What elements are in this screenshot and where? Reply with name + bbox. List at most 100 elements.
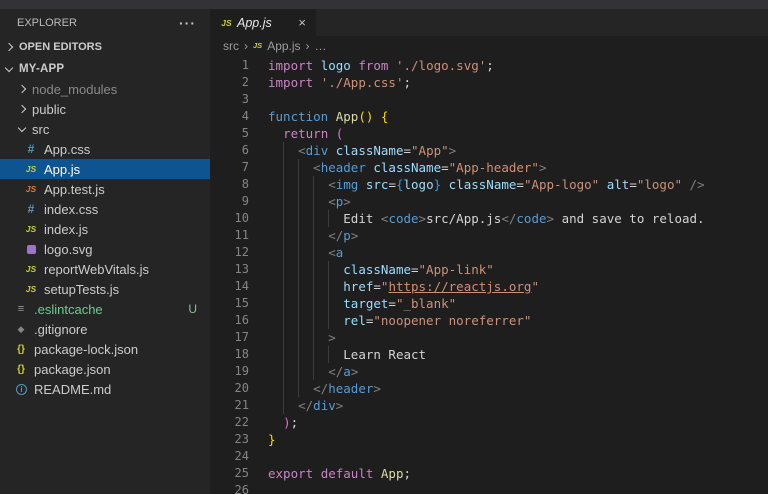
file-index.js[interactable]: JSindex.js <box>0 219 210 239</box>
code-line[interactable]: 19 </a> <box>210 363 768 380</box>
token <box>388 58 396 73</box>
folder-src[interactable]: src <box>0 119 210 139</box>
indent-guide <box>313 278 314 295</box>
chevron-right-icon <box>3 41 15 53</box>
file-.eslintcache[interactable]: ≡.eslintcacheU <box>0 299 210 319</box>
workspace-root-section[interactable]: MY-APP <box>0 58 210 79</box>
file-App.js[interactable]: JSApp.js <box>0 159 210 179</box>
token: function <box>268 109 328 124</box>
code-line[interactable]: 1import logo from './logo.svg'; <box>210 57 768 74</box>
breadcrumb-separator: › <box>306 39 310 53</box>
breadcrumb-file[interactable]: App.js <box>267 39 300 53</box>
close-icon[interactable]: × <box>298 15 306 30</box>
file-README.md[interactable]: iREADME.md <box>0 379 210 399</box>
token: default <box>321 466 374 481</box>
indent-guide <box>283 312 284 329</box>
code-line[interactable]: 11 </p> <box>210 227 768 244</box>
code-line[interactable]: 20 </header> <box>210 380 768 397</box>
file-package-lock.json[interactable]: {}package-lock.json <box>0 339 210 359</box>
js-file-icon: JS <box>23 164 39 174</box>
token: img <box>336 177 359 192</box>
token: App <box>336 109 359 124</box>
indent-guide <box>283 176 284 193</box>
code-line[interactable]: 2import './App.css'; <box>210 74 768 91</box>
folder-public[interactable]: public <box>0 99 210 119</box>
token: </ <box>328 364 343 379</box>
file-package.json[interactable]: {}package.json <box>0 359 210 379</box>
token: src/App.js <box>426 211 501 226</box>
token: "App-link" <box>419 262 494 277</box>
code-line[interactable]: 26 <box>210 482 768 494</box>
breadcrumb-symbol[interactable]: … <box>315 39 327 53</box>
indent-guide <box>298 244 299 261</box>
code-line[interactable]: 18 Learn React <box>210 346 768 363</box>
indent-guide <box>328 278 329 295</box>
file-.gitignore[interactable]: ◆.gitignore <box>0 319 210 339</box>
token: ) <box>283 415 291 430</box>
code-line[interactable]: 3 <box>210 91 768 108</box>
token <box>441 177 449 192</box>
code-line[interactable]: 6 <div className="App"> <box>210 142 768 159</box>
file-App.css[interactable]: #App.css <box>0 139 210 159</box>
more-actions-icon[interactable]: ··· <box>179 15 196 31</box>
code-line[interactable]: 12 <a <box>210 244 768 261</box>
sidebar-header: EXPLORER ··· <box>0 9 210 36</box>
token <box>682 177 690 192</box>
token <box>328 126 336 141</box>
file-reportWebVitals.js[interactable]: JSreportWebVitals.js <box>0 259 210 279</box>
code-line[interactable]: 5 return ( <box>210 125 768 142</box>
code-line[interactable]: 8 <img src={logo} className="App-logo" a… <box>210 176 768 193</box>
line-number: 11 <box>210 227 249 244</box>
token: = <box>403 143 411 158</box>
tab-label: App.js <box>237 16 272 30</box>
workbench: EXPLORER ··· OPEN EDITORS MY-APP node_mo… <box>0 9 768 494</box>
token: "_blank" <box>396 296 456 311</box>
folder-node_modules[interactable]: node_modules <box>0 79 210 99</box>
code-line[interactable]: 10 Edit <code>src/App.js</code> and save… <box>210 210 768 227</box>
token: "App-header" <box>449 160 539 175</box>
indent-guide <box>283 159 284 176</box>
code-line[interactable]: 15 target="_blank" <box>210 295 768 312</box>
breadcrumb-src[interactable]: src <box>223 39 239 53</box>
indent-guide <box>283 227 284 244</box>
code-line[interactable]: 4function App() { <box>210 108 768 125</box>
open-editors-section[interactable]: OPEN EDITORS <box>0 36 210 58</box>
file-logo.svg[interactable]: logo.svg <box>0 239 210 259</box>
token: target <box>343 296 388 311</box>
line-number: 15 <box>210 295 249 312</box>
code-line[interactable]: 13 className="App-link" <box>210 261 768 278</box>
code-text: </a> <box>268 363 358 380</box>
code-line[interactable]: 14 href="https://reactjs.org" <box>210 278 768 295</box>
code-line[interactable]: 23} <box>210 431 768 448</box>
indent-guide <box>313 363 314 380</box>
file-App.test.js[interactable]: JSApp.test.js <box>0 179 210 199</box>
code-line[interactable]: 7 <header className="App-header"> <box>210 159 768 176</box>
code-text: </header> <box>268 380 381 397</box>
file-label: index.js <box>44 222 88 237</box>
indent-guide <box>298 363 299 380</box>
code-text: href="https://reactjs.org" <box>268 278 539 295</box>
file-index.css[interactable]: #index.css <box>0 199 210 219</box>
code-line[interactable]: 25export default App; <box>210 465 768 482</box>
file-label: setupTests.js <box>44 282 119 297</box>
indent-guide <box>298 329 299 346</box>
file-setupTests.js[interactable]: JSsetupTests.js <box>0 279 210 299</box>
code-line[interactable]: 22 ); <box>210 414 768 431</box>
token: Learn React <box>343 347 426 362</box>
line-number: 3 <box>210 91 249 108</box>
code-line[interactable]: 21 </div> <box>210 397 768 414</box>
file-label: App.test.js <box>44 182 105 197</box>
indent-guide <box>298 312 299 329</box>
tab-app-js[interactable]: JS App.js × <box>210 9 316 36</box>
code-line[interactable]: 16 rel="noopener noreferrer" <box>210 312 768 329</box>
line-number: 7 <box>210 159 249 176</box>
code-text: } <box>268 431 276 448</box>
code-line[interactable]: 9 <p> <box>210 193 768 210</box>
file-label: public <box>32 102 66 117</box>
vscode-window: EXPLORER ··· OPEN EDITORS MY-APP node_mo… <box>0 0 768 494</box>
token <box>313 58 321 73</box>
chevron-right-icon <box>16 103 28 115</box>
line-number: 1 <box>210 57 249 74</box>
code-line[interactable]: 17 > <box>210 329 768 346</box>
code-line[interactable]: 24 <box>210 448 768 465</box>
